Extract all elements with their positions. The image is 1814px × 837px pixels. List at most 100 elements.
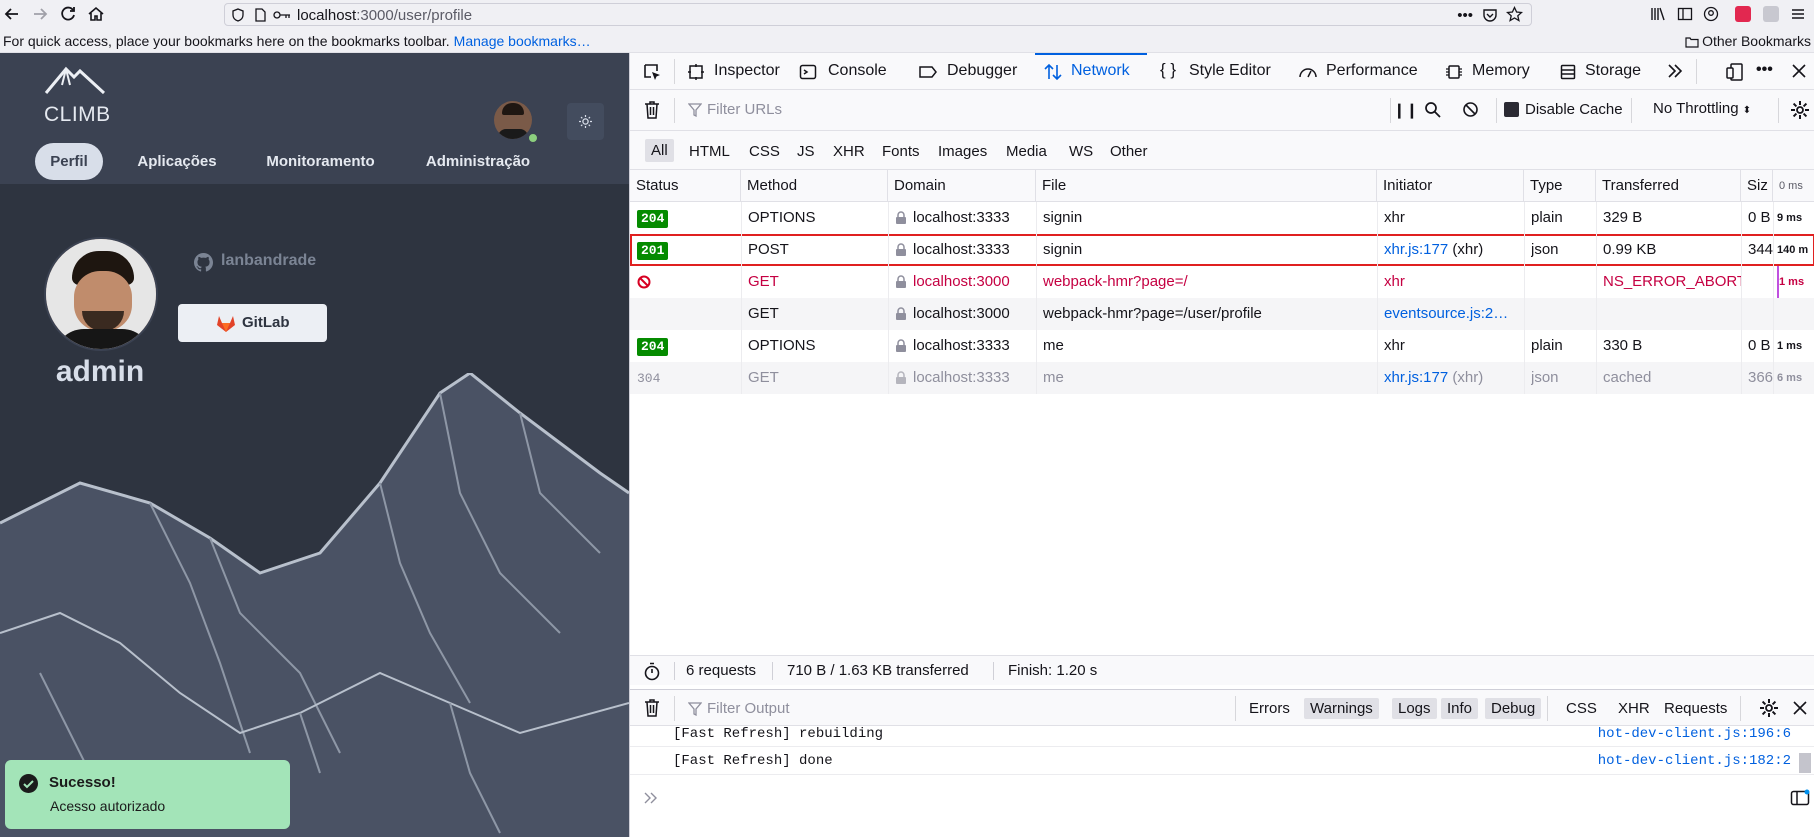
other-bookmarks[interactable]: Other Bookmarks	[1685, 33, 1811, 49]
col-status[interactable]: Status	[630, 170, 741, 202]
library-icon[interactable]	[1650, 6, 1666, 22]
console-filter-debug[interactable]: Debug	[1485, 698, 1542, 719]
gitlab-button[interactable]: GitLab	[178, 304, 327, 342]
pocket-icon[interactable]	[1482, 7, 1498, 23]
filter-fonts[interactable]: Fonts	[882, 143, 920, 160]
github-username[interactable]: lanbandrade	[221, 252, 316, 270]
tab-network[interactable]: Network	[1043, 53, 1143, 90]
filter-urls-input[interactable]: Filter URLs	[707, 101, 782, 118]
tab-memory[interactable]: Memory	[1445, 53, 1545, 90]
close-devtools-icon[interactable]	[1791, 63, 1807, 79]
disable-cache-label[interactable]: Disable Cache	[1525, 101, 1623, 118]
console-filter-errors[interactable]: Errors	[1243, 698, 1296, 719]
close-console-icon[interactable]	[1792, 700, 1808, 716]
trash-icon[interactable]	[643, 100, 661, 120]
back-icon[interactable]	[2, 4, 24, 24]
key-icon[interactable]	[273, 8, 291, 22]
col-size[interactable]: Siz	[1741, 170, 1773, 202]
console-settings-icon[interactable]	[1759, 698, 1779, 718]
col-method[interactable]: Method	[741, 170, 888, 202]
nav-perfil[interactable]: Perfil	[35, 143, 103, 180]
manage-bookmarks-link[interactable]: Manage bookmarks…	[454, 33, 591, 49]
element-picker-icon[interactable]	[642, 62, 662, 82]
console-filter-css[interactable]: CSS	[1560, 698, 1603, 719]
cell-initiator[interactable]: xhr.js:177 (xhr)	[1384, 362, 1524, 394]
filter-output-input[interactable]: Filter Output	[707, 700, 790, 717]
avatar[interactable]	[494, 101, 532, 139]
menu-icon[interactable]	[1790, 6, 1806, 22]
filter-all[interactable]: All	[645, 139, 674, 162]
devtools-menu-icon[interactable]: •••	[1756, 61, 1773, 79]
page-icon[interactable]	[253, 8, 267, 22]
log-source-link[interactable]: hot-dev-client.js:196:6	[1598, 726, 1791, 742]
page-actions-icon[interactable]: •••	[1457, 7, 1473, 24]
success-toast[interactable]: Sucesso! Acesso autorizado	[5, 760, 290, 829]
filter-xhr[interactable]: XHR	[833, 143, 865, 160]
col-transferred[interactable]: Transferred	[1596, 170, 1741, 202]
home-icon[interactable]	[86, 4, 108, 24]
tab-console[interactable]: Console	[799, 53, 899, 90]
sidebar-icon[interactable]	[1677, 6, 1693, 22]
log-source-link[interactable]: hot-dev-client.js:182:2	[1598, 753, 1791, 769]
extension-lock-icon[interactable]	[1735, 6, 1751, 22]
table-row[interactable]: 304 GET localhost:3333 me xhr.js:177 (xhr) js…	[630, 362, 1814, 394]
console-filter-requests[interactable]: Requests	[1658, 698, 1733, 719]
cell-initiator[interactable]: eventsource.js:2…	[1384, 298, 1524, 330]
theme-toggle-button[interactable]	[567, 103, 604, 140]
split-console-icon[interactable]	[1790, 789, 1810, 807]
throttling-select[interactable]: No Throttling ⬍	[1653, 100, 1751, 117]
block-icon[interactable]	[1462, 101, 1479, 118]
table-row[interactable]: 204 OPTIONS localhost:3333 signin xhr plain 32…	[630, 202, 1814, 234]
console-input[interactable]	[630, 779, 1814, 817]
console-filter-logs[interactable]: Logs	[1392, 698, 1437, 719]
url-bar[interactable]: localhost:3000/user/profile •••	[224, 3, 1532, 26]
clear-console-icon[interactable]	[643, 698, 661, 718]
cell-transferred	[1603, 298, 1741, 330]
filter-js[interactable]: JS	[797, 143, 815, 160]
console-filter-info[interactable]: Info	[1441, 698, 1479, 719]
col-waterfall[interactable]: 0 ms	[1773, 170, 1814, 202]
disable-cache-checkbox[interactable]	[1504, 102, 1519, 117]
nav-administracao[interactable]: Administração	[418, 143, 538, 180]
pause-icon[interactable]: ❙❙	[1393, 101, 1418, 119]
filter-html[interactable]: HTML	[689, 143, 730, 160]
cell-initiator[interactable]: xhr.js:177 (xhr)	[1384, 234, 1524, 266]
account-icon[interactable]	[1703, 6, 1719, 22]
table-row[interactable]: 204 OPTIONS localhost:3333 me xhr plain 330 B 0…	[630, 330, 1814, 362]
filter-css[interactable]: CSS	[749, 143, 780, 160]
table-row[interactable]: 201 POST localhost:3333 signin xhr.js:177 (x…	[630, 234, 1814, 266]
filter-other[interactable]: Other	[1110, 143, 1148, 160]
col-file[interactable]: File	[1036, 170, 1377, 202]
column-divider	[1524, 202, 1525, 394]
console-filter-warnings[interactable]: Warnings	[1304, 698, 1379, 719]
col-domain[interactable]: Domain	[888, 170, 1036, 202]
col-initiator[interactable]: Initiator	[1377, 170, 1524, 202]
filter-media[interactable]: Media	[1006, 143, 1047, 160]
table-row[interactable]: GET localhost:3000 webpack-hmr?page=/user/…	[630, 298, 1814, 330]
search-icon[interactable]	[1424, 101, 1442, 119]
tab-performance[interactable]: Performance	[1298, 53, 1428, 90]
more-tabs-icon[interactable]	[1666, 62, 1684, 80]
forward-icon[interactable]	[30, 4, 52, 24]
shield-icon[interactable]	[231, 8, 245, 22]
reload-icon[interactable]	[58, 4, 80, 24]
tab-storage[interactable]: Storage	[1559, 53, 1659, 90]
filter-ws[interactable]: WS	[1069, 143, 1093, 160]
console-filter-xhr[interactable]: XHR	[1612, 698, 1656, 719]
tab-style-editor[interactable]: { } Style Editor	[1160, 53, 1280, 90]
nav-aplicacoes[interactable]: Aplicações	[131, 143, 223, 180]
cell-status	[637, 266, 741, 298]
tab-inspector[interactable]: Inspector	[687, 53, 787, 90]
nav-monitoramento[interactable]: Monitoramento	[258, 143, 383, 180]
table-row[interactable]: GET localhost:3000 webpack-hmr?page=/ xhr NS…	[630, 266, 1814, 298]
url-text[interactable]: localhost:3000/user/profile	[297, 7, 472, 24]
settings-gear-icon[interactable]	[1790, 100, 1810, 120]
tab-debugger[interactable]: Debugger	[918, 53, 1028, 90]
responsive-design-icon[interactable]	[1725, 62, 1745, 82]
col-type[interactable]: Type	[1524, 170, 1596, 202]
filter-images[interactable]: Images	[938, 143, 987, 160]
extension-icon[interactable]	[1763, 6, 1779, 22]
star-icon[interactable]	[1506, 6, 1523, 23]
console-scrollbar[interactable]	[1799, 753, 1811, 773]
storage-icon	[1559, 63, 1577, 81]
